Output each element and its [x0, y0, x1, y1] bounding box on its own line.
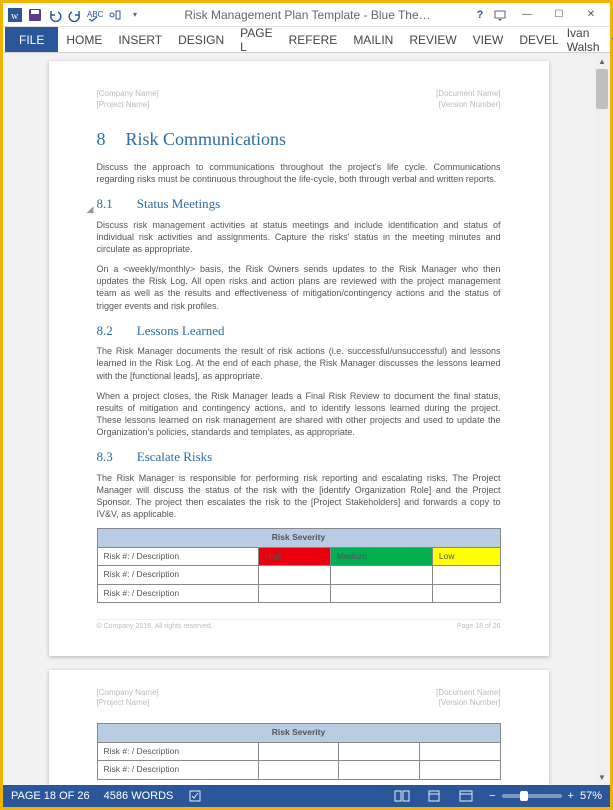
- document-scroll[interactable]: [Company Name] [Document Name] [Project …: [3, 53, 594, 785]
- qat-dropdown-icon[interactable]: ▾: [127, 7, 143, 23]
- document-page[interactable]: [Company Name] [Document Name] [Project …: [49, 61, 549, 656]
- document-page[interactable]: [Company Name] [Document Name] [Project …: [49, 670, 549, 785]
- page-header-2: [Project Name] [Version Number]: [97, 698, 501, 709]
- minimize-button[interactable]: —: [512, 5, 542, 25]
- redo-icon[interactable]: [67, 7, 83, 23]
- heading-2-lessons-learned[interactable]: 8.2Lessons Learned: [97, 322, 501, 340]
- word-count[interactable]: 4586 WORDS: [104, 790, 174, 802]
- tab-review[interactable]: REVIEW: [401, 27, 464, 52]
- zoom-in-icon[interactable]: +: [568, 790, 574, 802]
- help-icon[interactable]: ?: [472, 7, 488, 23]
- document-area: [Company Name] [Document Name] [Project …: [3, 53, 610, 785]
- tab-references[interactable]: REFERE: [281, 27, 346, 52]
- zoom-control[interactable]: − + 57%: [489, 790, 602, 802]
- heading-2-escalate-risks[interactable]: 8.3Escalate Risks: [97, 448, 501, 466]
- tab-developer[interactable]: DEVEL: [511, 27, 566, 52]
- zoom-thumb[interactable]: [520, 791, 528, 801]
- user-name: Ivan Walsh: [567, 26, 606, 54]
- tab-insert[interactable]: INSERT: [110, 27, 170, 52]
- table-title: Risk Severity: [97, 529, 500, 547]
- page-indicator[interactable]: PAGE 18 OF 26: [11, 790, 90, 802]
- ribbon-tabs: FILE HOME INSERT DESIGN PAGE L REFERE MA…: [3, 27, 610, 53]
- scroll-track[interactable]: [594, 69, 610, 769]
- undo-icon[interactable]: [47, 7, 63, 23]
- titlebar: w ABC ▾ Risk Management Plan Template - …: [3, 3, 610, 27]
- table-cell[interactable]: Risk #: / Description: [97, 547, 258, 565]
- user-account[interactable]: Ivan Walsh ▾ K: [567, 27, 613, 52]
- web-layout-icon[interactable]: [457, 790, 475, 802]
- tab-home[interactable]: HOME: [58, 27, 110, 52]
- heading-1[interactable]: 8 Risk Communications: [97, 127, 501, 151]
- ribbon-options-icon[interactable]: [492, 7, 508, 23]
- heading-2-status-meetings[interactable]: 8.1Status Meetings: [97, 195, 501, 213]
- print-layout-icon[interactable]: [425, 790, 443, 802]
- file-tab[interactable]: FILE: [5, 27, 58, 52]
- page-header: [Company Name] [Document Name]: [97, 688, 501, 699]
- tab-page-layout[interactable]: PAGE L: [232, 27, 280, 52]
- svg-text:w: w: [11, 11, 19, 22]
- severity-high[interactable]: High: [258, 547, 330, 565]
- page-header-2: [Project Name] [Version Number]: [97, 100, 501, 111]
- window-controls: — ☐ ✕: [512, 5, 606, 25]
- body-paragraph[interactable]: When a project closes, the Risk Manager …: [97, 390, 501, 439]
- tab-view[interactable]: VIEW: [465, 27, 512, 52]
- scroll-down-icon[interactable]: ▼: [594, 769, 610, 785]
- table-cell[interactable]: Risk #: / Description: [97, 761, 258, 779]
- page-footer: © Company 2016. All rights reserved. Pag…: [97, 619, 501, 631]
- table-cell[interactable]: Risk #: / Description: [97, 584, 258, 602]
- spellcheck-icon[interactable]: ABC: [87, 7, 103, 23]
- collapse-toggle-icon[interactable]: ◢: [87, 203, 94, 215]
- body-paragraph[interactable]: The Risk Manager documents the result of…: [97, 345, 501, 381]
- zoom-level[interactable]: 57%: [580, 790, 602, 802]
- zoom-slider[interactable]: [502, 794, 562, 798]
- word-app-icon[interactable]: w: [7, 7, 23, 23]
- page-header: [Company Name] [Document Name]: [97, 89, 501, 100]
- body-paragraph[interactable]: On a <weekly/monthly> basis, the Risk Ow…: [97, 263, 501, 312]
- body-paragraph[interactable]: The Risk Manager is responsible for perf…: [97, 472, 501, 521]
- statusbar: PAGE 18 OF 26 4586 WORDS − + 57%: [3, 785, 610, 807]
- risk-severity-table[interactable]: Risk Severity Risk #: / Description High…: [97, 528, 501, 603]
- vertical-scrollbar[interactable]: ▲ ▼: [594, 53, 610, 785]
- save-icon[interactable]: [27, 7, 43, 23]
- quick-access-toolbar: w ABC ▾: [7, 7, 143, 23]
- read-mode-icon[interactable]: [393, 790, 411, 802]
- table-cell[interactable]: Risk #: / Description: [97, 742, 258, 760]
- zoom-out-icon[interactable]: −: [489, 790, 495, 802]
- scroll-thumb[interactable]: [596, 69, 608, 109]
- touch-mode-icon[interactable]: [107, 7, 123, 23]
- body-paragraph[interactable]: Discuss risk management activities at st…: [97, 219, 501, 255]
- severity-low[interactable]: Low: [432, 547, 500, 565]
- spellcheck-status-icon[interactable]: [187, 789, 205, 803]
- svg-text:ABC: ABC: [87, 10, 103, 19]
- window-title: Risk Management Plan Template - Blue The…: [147, 8, 468, 22]
- scroll-up-icon[interactable]: ▲: [594, 53, 610, 69]
- tab-design[interactable]: DESIGN: [170, 27, 232, 52]
- body-paragraph[interactable]: Discuss the approach to communications t…: [97, 161, 501, 185]
- table-cell[interactable]: Risk #: / Description: [97, 566, 258, 584]
- close-button[interactable]: ✕: [576, 5, 606, 25]
- maximize-button[interactable]: ☐: [544, 5, 574, 25]
- risk-severity-table[interactable]: Risk Severity Risk #: / Description Risk…: [97, 723, 501, 779]
- tab-mailings[interactable]: MAILIN: [345, 27, 401, 52]
- severity-medium[interactable]: Medium: [330, 547, 432, 565]
- table-title: Risk Severity: [97, 724, 500, 742]
